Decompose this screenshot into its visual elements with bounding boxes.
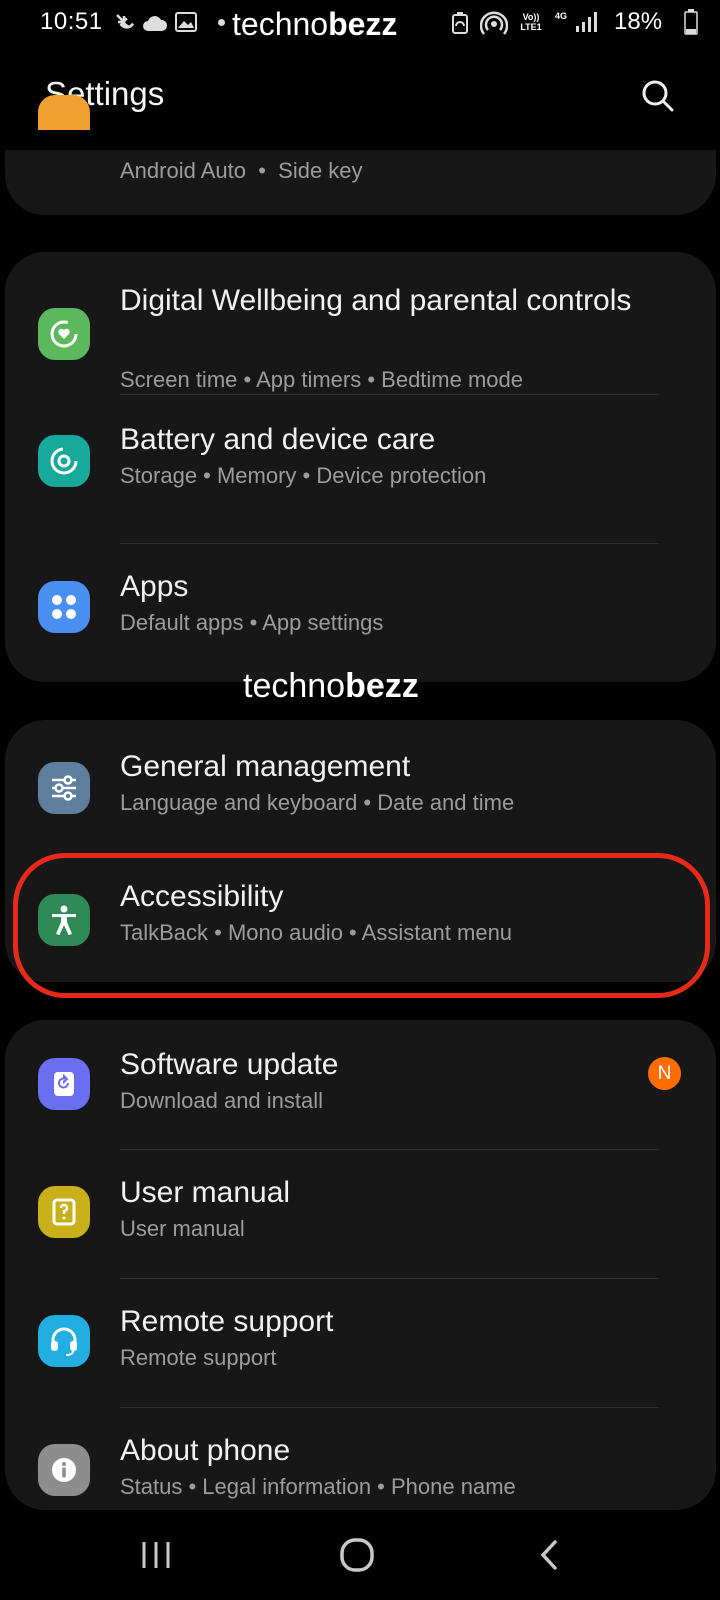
settings-item-title: Remote support: [120, 1305, 334, 1338]
settings-item-title: General management: [120, 750, 411, 783]
settings-item-title: About phone: [120, 1434, 291, 1467]
settings-group-1: Digital Wellbeing and parental controls …: [5, 252, 716, 682]
settings-group-3: Software update Download and install N U…: [5, 1020, 716, 1510]
status-bar: 10:51 technobezz Vo)) LTE1 4G 18%: [0, 0, 720, 48]
settings-item-subtitle: Android Auto • Side key: [120, 158, 363, 183]
scroll-edge: [0, 130, 720, 150]
settings-item-software-update[interactable]: Software update Download and install N: [5, 1020, 716, 1149]
search-icon: [642, 80, 674, 112]
cloud-icon: [143, 16, 168, 31]
battery-icon: [684, 9, 698, 35]
settings-group-2: General management Language and keyboard…: [5, 720, 716, 982]
network-type: 4G: [554, 11, 567, 21]
recents-icon: [142, 1542, 170, 1568]
settings-item-digital-wellbeing[interactable]: Digital Wellbeing and parental controls …: [5, 252, 716, 394]
settings-item-subtitle: Status • Legal information • Phone name: [120, 1474, 516, 1499]
watermark-top: technobezz: [232, 6, 398, 42]
notification-dot: [218, 19, 225, 26]
settings-item-subtitle: Storage • Memory • Device protection: [120, 463, 487, 488]
battery-percent: 18%: [614, 8, 663, 35]
settings-item-subtitle: Screen time • App timers • Bedtime mode: [120, 367, 524, 392]
home-icon: [340, 1538, 374, 1572]
battery-saver-icon: [452, 12, 468, 34]
settings-item-subtitle: Default apps • App settings: [120, 610, 384, 635]
settings-item-about-phone[interactable]: About phone Status • Legal information •…: [5, 1408, 716, 1510]
back-button[interactable]: [530, 1536, 574, 1576]
settings-item-subtitle: Download and install: [120, 1088, 324, 1113]
settings-item-subtitle: Remote support: [120, 1345, 277, 1370]
digital-wellbeing-icon: [38, 308, 90, 360]
apps-icon: [38, 581, 90, 633]
settings-item-user-manual[interactable]: User manual User manual: [5, 1150, 716, 1279]
settings-item-subtitle: User manual: [120, 1216, 245, 1241]
watermark: technobezz: [243, 667, 419, 705]
sliders-icon: [38, 762, 90, 814]
settings-item-title: Digital Wellbeing and parental controls: [120, 284, 632, 317]
home-button[interactable]: [335, 1536, 379, 1576]
hotspot-icon: [480, 11, 508, 35]
software-update-icon: [38, 1058, 90, 1110]
settings-item-title: Software update: [120, 1048, 339, 1081]
back-icon: [540, 1540, 557, 1570]
settings-item-accessibility[interactable]: Accessibility TalkBack • Mono audio • As…: [5, 851, 716, 982]
search-button[interactable]: [638, 76, 678, 116]
settings-item-subtitle: TalkBack • Mono audio • Assistant menu: [120, 920, 513, 945]
settings-item-title: User manual: [120, 1176, 291, 1209]
settings-item-title: Apps: [120, 570, 189, 603]
new-badge: N: [648, 1057, 681, 1090]
settings-item-remote-support[interactable]: Remote support Remote support: [5, 1279, 716, 1408]
settings-item-title: Accessibility: [120, 880, 284, 913]
status-time: 10:51: [40, 8, 103, 35]
settings-item-battery-device-care[interactable]: Battery and device care Storage • Memory…: [5, 395, 716, 523]
settings-item-general-management[interactable]: General management Language and keyboard…: [5, 720, 716, 851]
info-icon: [38, 1444, 90, 1496]
missed-call-icon: [116, 14, 134, 29]
device-care-icon: [38, 435, 90, 487]
accessibility-icon: [38, 894, 90, 946]
user-manual-icon: [38, 1186, 90, 1238]
settings-item-apps[interactable]: Apps Default apps • App settings: [5, 544, 716, 682]
recents-button[interactable]: [134, 1536, 178, 1576]
signal-icon: [576, 12, 597, 32]
settings-item-title: Battery and device care: [120, 423, 436, 456]
gallery-icon: [175, 12, 197, 32]
headset-icon: [38, 1315, 90, 1367]
settings-item-subtitle: Language and keyboard • Date and time: [120, 790, 515, 815]
navigation-bar: [0, 1510, 720, 1600]
volte-indicator: Vo)) LTE1: [520, 12, 542, 32]
